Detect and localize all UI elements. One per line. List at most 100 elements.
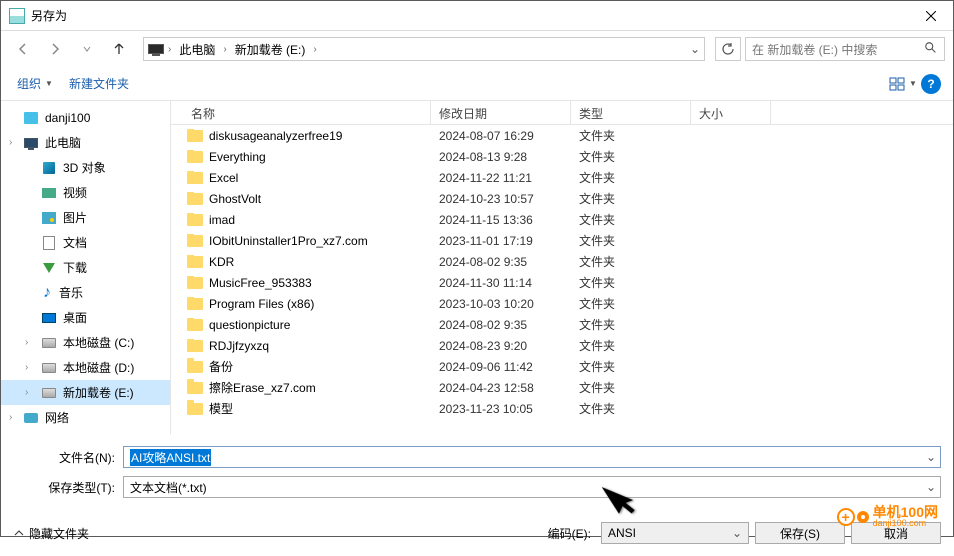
search-input[interactable]: 在 新加载卷 (E:) 中搜索 bbox=[745, 37, 945, 61]
breadcrumb-item[interactable]: 新加载卷 (E:) bbox=[231, 39, 310, 60]
music-icon: ♪ bbox=[41, 286, 53, 300]
sidebar-item[interactable]: ›此电脑 bbox=[1, 130, 170, 155]
address-bar[interactable]: › 此电脑 › 新加载卷 (E:) › ⌄ bbox=[143, 37, 705, 61]
chevron-down-icon[interactable]: ⌄ bbox=[926, 450, 936, 464]
file-type: 文件夹 bbox=[571, 211, 691, 228]
chevron-right-icon[interactable]: › bbox=[313, 44, 316, 55]
file-name: 擦除Erase_xz7.com bbox=[209, 379, 316, 396]
file-date: 2024-10-23 10:57 bbox=[431, 192, 571, 206]
back-button[interactable] bbox=[9, 35, 37, 63]
file-row[interactable]: 备份2024-09-06 11:42文件夹 bbox=[171, 356, 953, 377]
expand-icon[interactable]: › bbox=[9, 412, 12, 423]
filename-input[interactable]: AI攻略ANSI.txt ⌄ bbox=[123, 446, 941, 468]
sidebar-item[interactable]: 桌面 bbox=[1, 305, 170, 330]
file-name: 模型 bbox=[209, 400, 233, 417]
file-name: diskusageanalyzerfree19 bbox=[209, 129, 342, 143]
net-icon bbox=[23, 410, 39, 426]
save-button[interactable]: 保存(S) bbox=[755, 522, 845, 544]
chevron-down-icon: ▼ bbox=[45, 79, 53, 88]
folder-icon bbox=[187, 193, 203, 205]
sidebar-item[interactable]: ›网络 bbox=[1, 405, 170, 430]
file-row[interactable]: Program Files (x86)2023-10-03 10:20文件夹 bbox=[171, 293, 953, 314]
encoding-select[interactable]: ANSI ⌄ bbox=[601, 522, 749, 544]
file-row[interactable]: GhostVolt2024-10-23 10:57文件夹 bbox=[171, 188, 953, 209]
sidebar-item[interactable]: ♪音乐 bbox=[1, 280, 170, 305]
file-date: 2023-11-23 10:05 bbox=[431, 402, 571, 416]
column-type[interactable]: 类型 bbox=[571, 101, 691, 124]
breadcrumb-item[interactable]: 此电脑 bbox=[175, 39, 219, 60]
sidebar-item[interactable]: › 本地磁盘 (C:) bbox=[1, 330, 170, 355]
file-row[interactable]: KDR 2024-08-02 9:35文件夹 bbox=[171, 251, 953, 272]
file-row[interactable]: MusicFree_9533832024-11-30 11:14文件夹 bbox=[171, 272, 953, 293]
view-button[interactable]: ▼ bbox=[889, 72, 917, 96]
file-row[interactable]: imad2024-11-15 13:36文件夹 bbox=[171, 209, 953, 230]
folder-icon bbox=[187, 319, 203, 331]
close-button[interactable] bbox=[908, 2, 953, 30]
sidebar-item[interactable]: 3D 对象 bbox=[1, 155, 170, 180]
column-date[interactable]: 修改日期 bbox=[431, 101, 571, 124]
file-date: 2024-08-02 9:35 bbox=[431, 255, 571, 269]
up-button[interactable] bbox=[105, 35, 133, 63]
file-row[interactable]: questionpicture2024-08-02 9:35文件夹 bbox=[171, 314, 953, 335]
filetype-label: 保存类型(T): bbox=[13, 479, 123, 496]
doc-icon bbox=[41, 235, 57, 251]
filetype-select[interactable]: 文本文档(*.txt) ⌄ bbox=[123, 476, 941, 498]
file-type: 文件夹 bbox=[571, 127, 691, 144]
file-date: 2024-08-23 9:20 bbox=[431, 339, 571, 353]
sidebar-item[interactable]: 文档 bbox=[1, 230, 170, 255]
folder-icon bbox=[187, 130, 203, 142]
chevron-down-icon[interactable]: ⌄ bbox=[926, 480, 936, 494]
expand-icon[interactable]: › bbox=[9, 137, 12, 148]
sidebar-item[interactable]: ›本地磁盘 (D:) bbox=[1, 355, 170, 380]
app-icon bbox=[9, 8, 25, 24]
file-row[interactable]: RDJjfzyxzq 2024-08-23 9:20文件夹 bbox=[171, 335, 953, 356]
disk-icon bbox=[41, 335, 57, 351]
sidebar-item-label: 本地磁盘 (C:) bbox=[63, 334, 134, 351]
cancel-button[interactable]: 取消 bbox=[851, 522, 941, 544]
recent-dropdown[interactable] bbox=[73, 35, 101, 63]
sidebar-item-label: 下载 bbox=[63, 259, 87, 276]
expand-icon[interactable]: › bbox=[25, 362, 28, 373]
file-row[interactable]: diskusageanalyzerfree192024-08-07 16:29文… bbox=[171, 125, 953, 146]
column-name[interactable]: 名称 bbox=[171, 101, 431, 124]
sidebar-item[interactable]: 图片 bbox=[1, 205, 170, 230]
encoding-label: 编码(E): bbox=[548, 525, 591, 542]
file-type: 文件夹 bbox=[571, 253, 691, 270]
expand-icon[interactable]: › bbox=[25, 337, 28, 348]
chevron-down-icon[interactable]: ⌄ bbox=[732, 526, 742, 540]
file-name: RDJjfzyxzq bbox=[209, 339, 269, 353]
expand-icon[interactable]: › bbox=[25, 387, 28, 398]
file-type: 文件夹 bbox=[571, 337, 691, 354]
filename-label: 文件名(N): bbox=[13, 449, 123, 466]
help-button[interactable]: ? bbox=[917, 72, 945, 96]
hide-folders-link[interactable]: 隐藏文件夹 bbox=[13, 525, 89, 542]
file-name: Excel bbox=[209, 171, 238, 185]
file-date: 2024-04-23 12:58 bbox=[431, 381, 571, 395]
file-row[interactable]: Excel2024-11-22 11:21文件夹 bbox=[171, 167, 953, 188]
refresh-button[interactable] bbox=[715, 37, 741, 61]
file-row[interactable]: 擦除Erase_xz7.com2024-04-23 12:58文件夹 bbox=[171, 377, 953, 398]
file-row[interactable]: 模型2023-11-23 10:05文件夹 bbox=[171, 398, 953, 419]
address-dropdown[interactable]: ⌄ bbox=[690, 42, 700, 56]
organize-button[interactable]: 组织 ▼ bbox=[9, 71, 61, 96]
chevron-right-icon[interactable]: › bbox=[168, 44, 171, 55]
file-row[interactable]: IObitUninstaller1Pro_xz7.com2023-11-01 1… bbox=[171, 230, 953, 251]
chevron-right-icon[interactable]: › bbox=[223, 44, 226, 55]
folder-icon bbox=[187, 382, 203, 394]
file-type: 文件夹 bbox=[571, 232, 691, 249]
folder-icon bbox=[187, 235, 203, 247]
new-folder-button[interactable]: 新建文件夹 bbox=[61, 71, 137, 96]
sidebar-item-label: 文档 bbox=[63, 234, 87, 251]
file-row[interactable]: Everything2024-08-13 9:28文件夹 bbox=[171, 146, 953, 167]
folder-icon bbox=[187, 256, 203, 268]
file-name: questionpicture bbox=[209, 318, 290, 332]
sidebar-item[interactable]: 下载 bbox=[1, 255, 170, 280]
sidebar-item[interactable]: ›新加载卷 (E:) bbox=[1, 380, 170, 405]
forward-button[interactable] bbox=[41, 35, 69, 63]
file-name: KDR bbox=[209, 255, 234, 269]
sidebar: danji100›此电脑3D 对象视频图片文档下载 ♪音乐桌面 › 本地磁盘 (C:)… bbox=[1, 101, 171, 434]
vid-icon bbox=[41, 185, 57, 201]
column-size[interactable]: 大小 bbox=[691, 101, 771, 124]
sidebar-item[interactable]: 视频 bbox=[1, 180, 170, 205]
sidebar-item[interactable]: danji100 bbox=[1, 105, 170, 130]
